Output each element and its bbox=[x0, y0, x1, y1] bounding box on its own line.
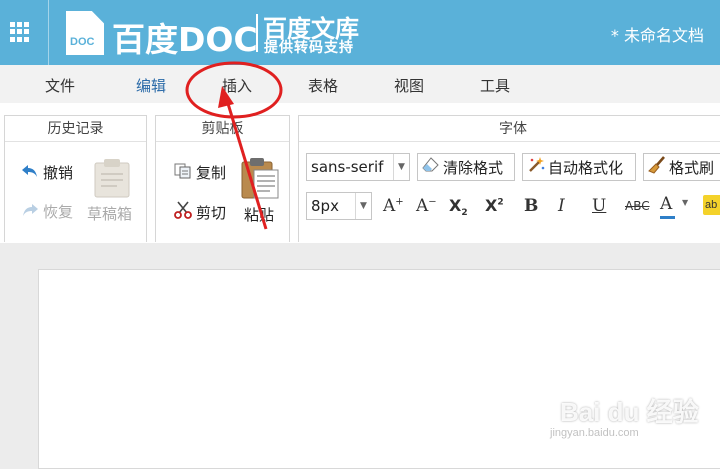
clipboard-drafts-icon bbox=[93, 158, 131, 202]
font-color-button[interactable]: A ▼ bbox=[660, 194, 696, 220]
doc-logo-badge: DOC bbox=[70, 36, 95, 48]
auto-format-button[interactable]: 自动格式化 bbox=[522, 153, 636, 181]
menu-insert[interactable]: 插入 bbox=[204, 65, 270, 103]
copy-label: 复制 bbox=[196, 164, 227, 182]
redo-button[interactable]: 恢复 bbox=[21, 201, 73, 222]
undo-label: 撤销 bbox=[43, 164, 74, 182]
font-size-select[interactable]: 8px ▼ bbox=[306, 192, 372, 220]
font-group: 字体 sans-serif ▼ 清除格式 自动格式化 格式刷 8px ▼ A+ … bbox=[298, 115, 720, 242]
watermark-brand: Bai du 经验 bbox=[560, 397, 699, 427]
redo-label: 恢复 bbox=[43, 203, 74, 221]
app-header: DOC 百度DOC 百度文库 提供转码支持 * 未命名文档 bbox=[0, 0, 720, 65]
paste-label: 粘贴 bbox=[244, 206, 275, 224]
font-color-swatch bbox=[660, 216, 675, 219]
bold-icon[interactable]: B bbox=[524, 196, 538, 216]
clear-format-label: 清除格式 bbox=[443, 158, 504, 177]
increase-font-size-icon[interactable]: A+ bbox=[383, 196, 404, 216]
drafts-label: 草稿箱 bbox=[87, 205, 133, 223]
menu-bar: 文件 编辑 插入 表格 视图 工具 bbox=[0, 65, 720, 103]
document-title[interactable]: * 未命名文档 bbox=[611, 22, 704, 46]
app-logo-text: 百度DOC bbox=[112, 20, 258, 59]
undo-icon bbox=[21, 163, 39, 183]
clear-format-button[interactable]: 清除格式 bbox=[417, 153, 515, 181]
font-family-value: sans-serif bbox=[311, 158, 384, 176]
cut-button[interactable]: 剪切 bbox=[174, 201, 226, 223]
document-page[interactable] bbox=[38, 269, 720, 469]
format-painter-button[interactable]: 格式刷 bbox=[643, 153, 720, 181]
clipboard-group-title: 剪贴板 bbox=[156, 116, 289, 142]
subscript-icon[interactable]: X2 bbox=[449, 196, 468, 218]
menu-tools[interactable]: 工具 bbox=[462, 65, 528, 103]
font-family-select[interactable]: sans-serif ▼ bbox=[306, 153, 410, 181]
chevron-down-icon: ▼ bbox=[682, 198, 689, 207]
scissors-icon bbox=[174, 201, 192, 223]
doc-logo-icon: DOC bbox=[66, 11, 104, 55]
paste-clipboard-icon bbox=[240, 156, 282, 204]
font-color-icon: A bbox=[660, 194, 673, 214]
ribbon-toolbar: 历史记录 撤销 恢复 草稿箱 剪贴板 复制 剪切 粘贴 字体 sans-seri… bbox=[0, 103, 720, 243]
strikethrough-icon[interactable]: ABC bbox=[625, 199, 650, 213]
font-group-title: 字体 bbox=[299, 116, 720, 142]
logo-separator bbox=[256, 14, 258, 52]
baidu-jingyan-watermark: Bai du 经验 jingyan.baidu.com bbox=[550, 392, 699, 439]
magic-wand-icon bbox=[527, 156, 545, 178]
undo-button[interactable]: 撤销 bbox=[21, 162, 73, 183]
brush-icon bbox=[648, 156, 666, 178]
chevron-down-icon: ▼ bbox=[355, 193, 371, 219]
copy-button[interactable]: 复制 bbox=[174, 162, 226, 183]
chevron-down-icon: ▼ bbox=[393, 154, 409, 180]
italic-icon[interactable]: I bbox=[558, 196, 565, 216]
menu-view[interactable]: 视图 bbox=[376, 65, 442, 103]
menu-table[interactable]: 表格 bbox=[290, 65, 356, 103]
history-group-title: 历史记录 bbox=[5, 116, 146, 142]
cut-label: 剪切 bbox=[196, 203, 227, 222]
header-divider bbox=[48, 0, 49, 65]
redo-icon bbox=[21, 202, 39, 222]
highlight-color-icon[interactable]: ab bbox=[703, 195, 720, 215]
decrease-font-size-icon[interactable]: A− bbox=[416, 196, 437, 216]
eraser-icon bbox=[422, 157, 440, 177]
font-size-value: 8px bbox=[311, 197, 339, 215]
copy-icon bbox=[174, 163, 192, 183]
menu-file[interactable]: 文件 bbox=[28, 65, 92, 103]
menu-edit[interactable]: 编辑 bbox=[118, 65, 184, 103]
logo-tagline: 提供转码支持 bbox=[264, 40, 354, 56]
drafts-button[interactable]: 草稿箱 bbox=[87, 158, 139, 228]
auto-format-label: 自动格式化 bbox=[548, 158, 624, 177]
clipboard-group: 剪贴板 复制 剪切 粘贴 bbox=[155, 115, 290, 242]
history-group: 历史记录 撤销 恢复 草稿箱 bbox=[4, 115, 147, 242]
superscript-icon[interactable]: X2 bbox=[485, 196, 504, 215]
underline-icon[interactable]: U bbox=[592, 196, 606, 216]
apps-grid-icon[interactable] bbox=[10, 22, 30, 42]
paste-button[interactable]: 粘贴 bbox=[240, 156, 286, 230]
format-painter-label: 格式刷 bbox=[669, 158, 715, 177]
